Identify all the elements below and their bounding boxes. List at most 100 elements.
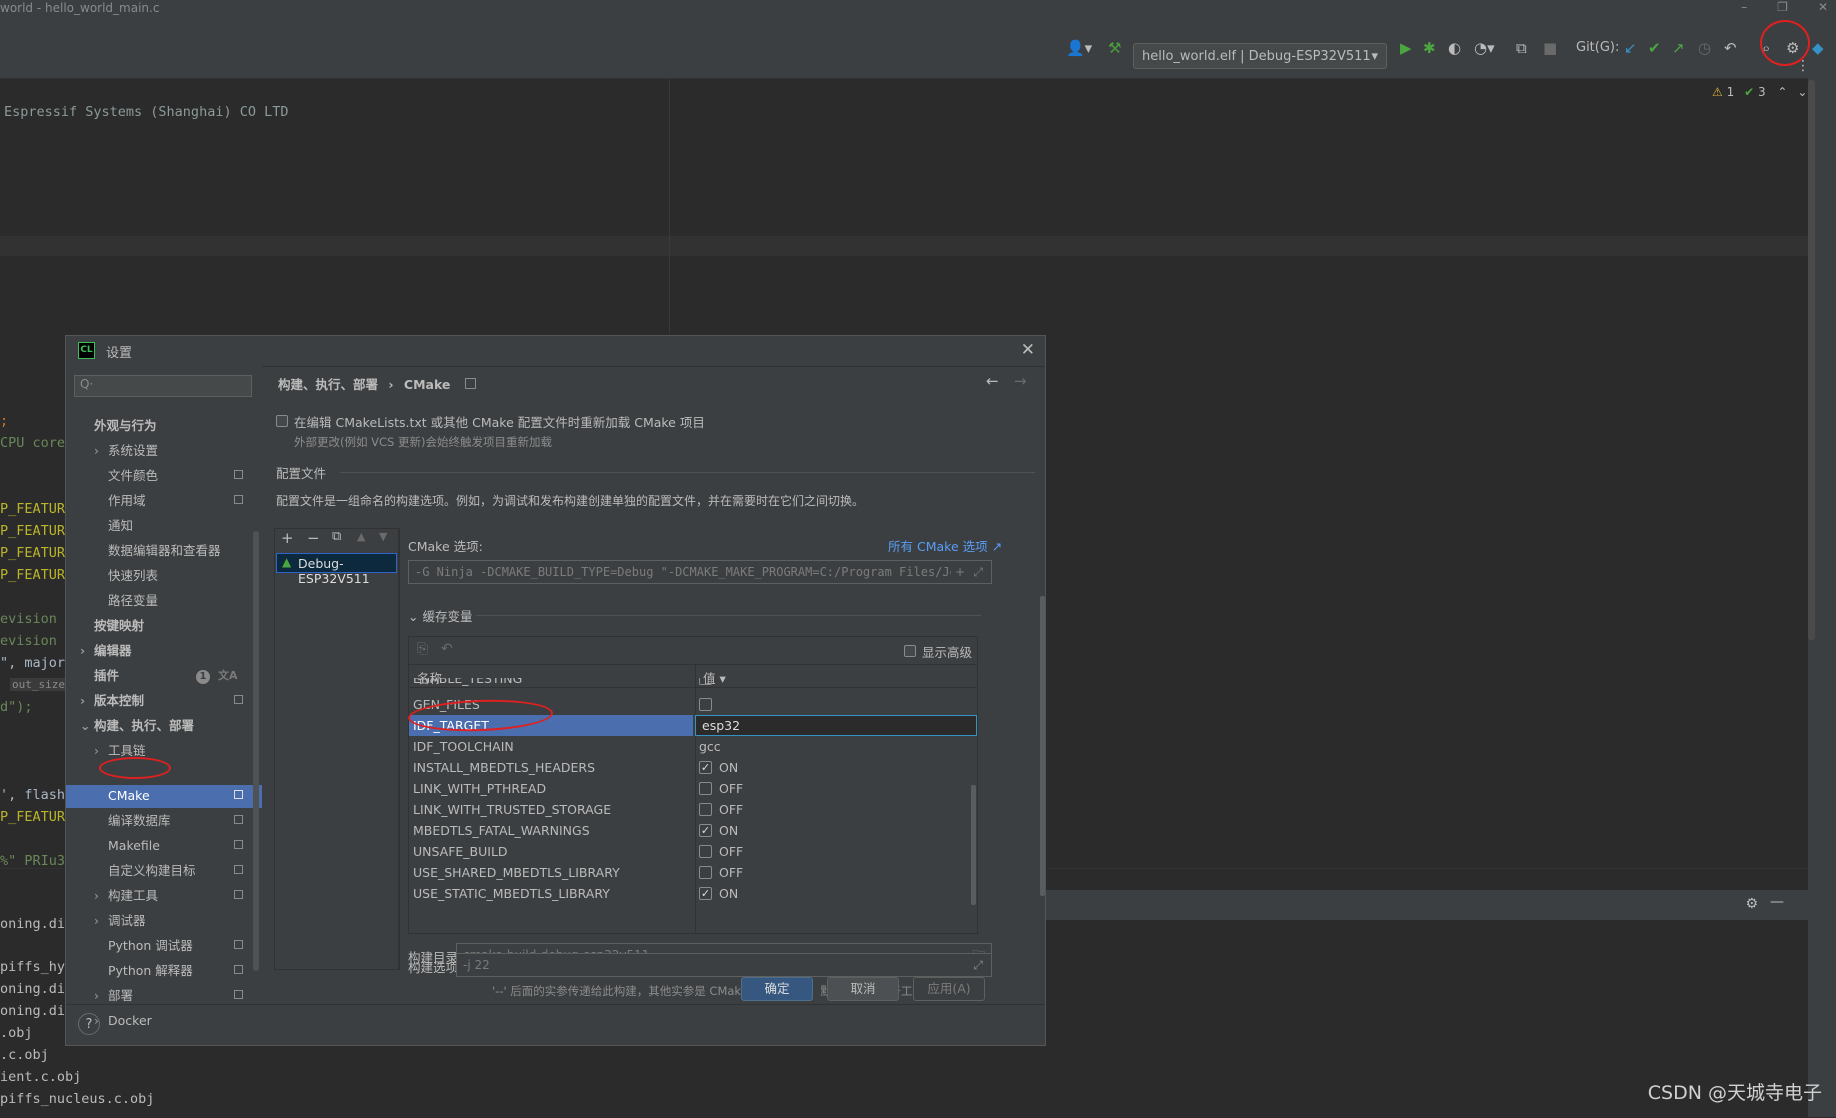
table-row[interactable]: INSTALL_MBEDTLS_HEADERS ✓ ON [409, 757, 977, 778]
rollback-icon[interactable]: ↶ [1724, 38, 1737, 58]
value-checkbox: ✓ [699, 824, 712, 837]
tree-item-makefile[interactable]: Makefile [108, 836, 254, 858]
expand-icon[interactable]: ⤢ [973, 561, 983, 583]
bottom-panel-header: ⚙ — [1045, 890, 1808, 920]
chevron-right-icon: › [94, 888, 99, 903]
table-row[interactable]: ENABLE_TESTING [409, 678, 977, 688]
cancel-button[interactable]: 取消 [827, 977, 899, 1001]
cell-value: gcc [699, 739, 721, 754]
tree-item-version-control[interactable]: › 版本控制 [80, 691, 254, 713]
ok-button[interactable]: 确定 [741, 977, 813, 1001]
table-scrollbar[interactable] [971, 785, 976, 905]
minimize-panel-icon[interactable]: — [1770, 894, 1784, 910]
table-row[interactable]: USE_STATIC_MBEDTLS_LIBRARY ✓ ON [409, 883, 977, 904]
history-icon[interactable]: ◷ [1698, 38, 1711, 58]
value-checkbox: ✓ [699, 761, 712, 774]
tree-item-build-tools[interactable]: › 构建工具 [94, 886, 254, 908]
debug-icon[interactable]: ✱ [1423, 38, 1436, 58]
apply-button[interactable]: 应用(A) [913, 977, 985, 1001]
table-row[interactable]: MBEDTLS_FATAL_WARNINGS ✓ ON [409, 820, 977, 841]
show-advanced-checkbox[interactable] [904, 645, 916, 657]
code-line: %" PRIu32 [0, 853, 74, 869]
cache-variables-toggle[interactable]: ⌄ 缓存变量 [408, 606, 472, 625]
run-icon[interactable]: ▶ [1400, 38, 1412, 58]
coverage-icon[interactable]: ◐ [1448, 38, 1461, 58]
tree-item-appearance[interactable]: 外观与行为 [94, 416, 157, 438]
copy-icon[interactable]: ⎘ [417, 641, 428, 657]
reload-cmake-checkbox[interactable] [276, 415, 288, 427]
cache-table-toolbar: ⎘ ↶ 显示高级 [408, 636, 978, 664]
expand-icon[interactable]: ⤢ [973, 954, 983, 976]
inspection-widget[interactable]: ⚠ 1 ✔ 3 ⌃ ⌄ [1712, 85, 1807, 99]
tree-item-system-settings[interactable]: › 系统设置 [94, 441, 254, 463]
reset-icon[interactable]: ↶ [441, 641, 453, 657]
tree-item-custom-build-targets[interactable]: 自定义构建目标 [108, 861, 254, 883]
stop-icon[interactable]: ■ [1543, 38, 1557, 58]
tree-item-compilation-db[interactable]: 编译数据库 [108, 811, 254, 833]
tree-item-python-interpreter[interactable]: Python 解释器 [108, 961, 254, 983]
all-cmake-options-link[interactable]: 所有 CMake 选项 ↗ [888, 536, 1002, 555]
tree-item-scopes[interactable]: 作用域 [108, 491, 254, 513]
tree-item-keymap[interactable]: 按键映射 [94, 616, 144, 638]
add-icon[interactable]: + [950, 561, 965, 583]
run-configuration-selector[interactable]: hello_world.elf | Debug-ESP32V511 ▾ [1133, 43, 1387, 69]
git-label: Git(G): [1576, 40, 1620, 55]
project-level-icon [234, 695, 243, 704]
gear-icon[interactable]: ⚙ [1745, 896, 1758, 912]
content-scrollbar[interactable] [1040, 596, 1045, 896]
jetbrains-ai-icon[interactable]: ◆ [1812, 38, 1824, 58]
remove-icon[interactable]: − [307, 529, 320, 547]
build-hammer-icon[interactable]: ⚒ [1108, 38, 1121, 58]
help-button[interactable]: ? [78, 1013, 100, 1035]
tree-item-data-editors[interactable]: 数据编辑器和查看器 [108, 541, 221, 563]
restore-icon[interactable]: ❐ [1777, 0, 1788, 18]
table-row[interactable]: UNSAFE_BUILD OFF [409, 841, 977, 862]
translate-icon: 文A [218, 669, 238, 682]
table-row[interactable]: USE_SHARED_MBEDTLS_LIBRARY OFF [409, 862, 977, 883]
chevron-down-icon[interactable]: ⌄ [1797, 85, 1807, 99]
table-row[interactable]: IDF_TOOLCHAIN gcc [409, 736, 977, 757]
more-options-icon[interactable]: ⋮ [1796, 58, 1810, 74]
dialog-title-bar: CL 设置 ✕ [66, 336, 1045, 367]
tree-item-path-variables[interactable]: 路径变量 [108, 591, 158, 613]
search-icon: Q· [80, 377, 94, 391]
attach-icon[interactable]: ⧉ [1516, 38, 1527, 58]
build-options-field[interactable]: -j 22 ⤢ [456, 953, 992, 977]
cmake-options-field[interactable]: -G Ninja -DCMAKE_BUILD_TYPE=Debug "-DCMA… [408, 560, 992, 584]
value-checkbox: ✓ [699, 887, 712, 900]
tree-item-plugins[interactable]: 插件 1 文A [94, 666, 254, 688]
tree-item-cmake[interactable]: CMake [108, 786, 254, 808]
git-update-icon[interactable]: ↙ [1624, 38, 1637, 58]
git-push-icon[interactable]: ↗ [1672, 38, 1685, 58]
move-up-icon[interactable]: ▲ [357, 530, 365, 543]
profile-item[interactable]: ▲ Debug-ESP32V511 [276, 553, 397, 586]
cell-value: ON [719, 886, 739, 901]
cell-value: OFF [719, 802, 744, 817]
chevron-up-icon[interactable]: ⌃ [1777, 85, 1787, 99]
cell-name: ENABLE_TESTING [413, 678, 523, 686]
user-icon[interactable]: 👤▾ [1066, 38, 1092, 58]
tree-item-file-colors[interactable]: 文件颜色 [108, 466, 254, 488]
git-commit-icon[interactable]: ✔ [1648, 38, 1661, 58]
tree-item-python-debugger[interactable]: Python 调试器 [108, 936, 254, 958]
close-icon[interactable]: ✕ [1021, 340, 1035, 360]
table-row[interactable]: LINK_WITH_TRUSTED_STORAGE OFF [409, 799, 977, 820]
tree-item-editor[interactable]: › 编辑器 [80, 641, 132, 663]
tree-item-docker[interactable]: › Docker [94, 1011, 152, 1033]
settings-search-input[interactable]: Q· [74, 375, 252, 397]
tree-item-notifications[interactable]: 通知 [108, 516, 133, 538]
tree-item-debugger[interactable]: › 调试器 [94, 911, 146, 933]
profile-icon[interactable]: ◔▾ [1474, 38, 1495, 58]
close-window-icon[interactable]: ✕ [1818, 0, 1828, 18]
copy-icon[interactable]: ⧉ [332, 529, 341, 544]
tree-item-quick-lists[interactable]: 快速列表 [108, 566, 158, 588]
back-arrow-icon[interactable]: ← [986, 372, 999, 390]
move-down-icon[interactable]: ▼ [379, 530, 387, 543]
table-row[interactable]: LINK_WITH_PTHREAD OFF [409, 778, 977, 799]
tree-item-build-exec-deploy[interactable]: ⌄ 构建、执行、部署 [80, 716, 194, 738]
minimize-icon[interactable]: – [1741, 0, 1747, 18]
forward-arrow-icon[interactable]: → [1014, 372, 1027, 390]
breadcrumb-parent[interactable]: 构建、执行、部署 [278, 377, 378, 392]
editor-scrollbar[interactable] [1808, 80, 1815, 640]
add-icon[interactable]: + [281, 529, 294, 547]
